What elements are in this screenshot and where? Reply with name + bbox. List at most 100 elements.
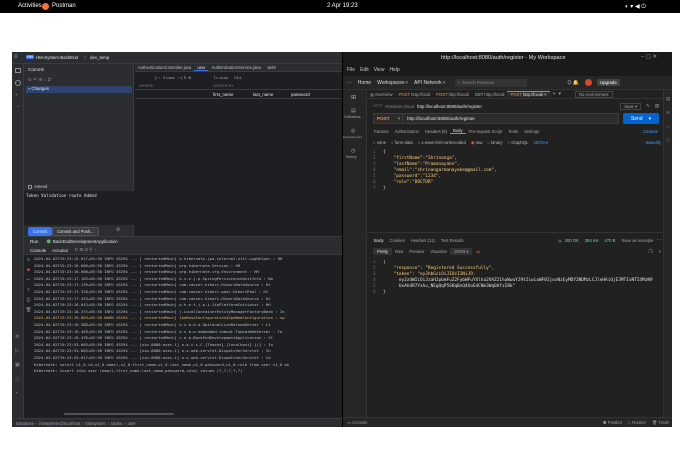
upgrade-button[interactable]: Upgrade bbox=[596, 79, 620, 86]
tx-label[interactable]: Tx: Auto bbox=[213, 75, 228, 80]
view-pretty[interactable]: Pretty bbox=[373, 248, 392, 255]
docs-side-icon[interactable]: ▤ bbox=[666, 96, 670, 102]
window-controls[interactable]: – ▢ ✕ bbox=[641, 54, 657, 60]
request-tab-3[interactable]: GET http://locali bbox=[472, 92, 508, 97]
commit-icon[interactable] bbox=[15, 80, 21, 86]
more-icon[interactable]: ⋯ bbox=[15, 104, 20, 110]
more-icon[interactable]: ⋯ bbox=[657, 237, 661, 243]
nav-home[interactable]: Home bbox=[358, 80, 371, 86]
back-forward-icons[interactable]: ‹ › bbox=[347, 80, 352, 86]
view-preview[interactable]: Preview bbox=[406, 249, 427, 254]
editor-tab-3[interactable]: AuthenticationService.java bbox=[208, 65, 263, 70]
console-link[interactable]: ▭ Console bbox=[347, 420, 368, 425]
request-tab-2[interactable]: POST http://locali bbox=[433, 92, 472, 97]
send-button[interactable]: Send ▾ bbox=[623, 113, 659, 124]
breadcrumb-parent[interactable]: Postman Cloud bbox=[385, 104, 414, 109]
cookies-link[interactable]: Cookies bbox=[640, 129, 661, 134]
terminal-icon[interactable]: ▣ bbox=[15, 362, 20, 368]
clock[interactable]: 2 Apr 19:23 bbox=[327, 3, 358, 9]
save-as-example[interactable]: Save as example bbox=[618, 238, 656, 243]
panel-divider[interactable] bbox=[367, 232, 663, 233]
tab-pre-request[interactable]: Pre-request Script bbox=[466, 129, 506, 134]
radio-graphql[interactable]: ○ GraphQL bbox=[508, 140, 529, 145]
resp-tab-body[interactable]: Body bbox=[371, 238, 387, 243]
new-icon[interactable]: ⊞ bbox=[351, 94, 356, 101]
services-icon[interactable]: ⚙ bbox=[15, 334, 19, 340]
tab-settings[interactable]: Settings bbox=[521, 129, 542, 134]
nav-workspaces[interactable]: Workspaces bbox=[377, 80, 404, 86]
commit-and-push-button[interactable]: Commit and Push... bbox=[52, 227, 99, 236]
ddl-label[interactable]: DDL bbox=[234, 75, 242, 80]
column-last-name[interactable]: last_name bbox=[253, 92, 291, 97]
status-tables[interactable]: tables bbox=[111, 421, 122, 426]
editor-tab-2[interactable]: user bbox=[194, 65, 209, 71]
radio-urlencoded[interactable]: ○ x-www-form-urlencoded bbox=[418, 140, 466, 145]
orderby-label[interactable]: ORDER BY bbox=[213, 83, 234, 88]
collections-icon[interactable]: ▤ bbox=[351, 108, 356, 114]
editor-tab-1[interactable]: AuthenticationController.java bbox=[135, 65, 194, 70]
menu-view[interactable]: View bbox=[374, 67, 385, 73]
status-user[interactable]: user bbox=[128, 421, 136, 426]
menu-edit[interactable]: Edit bbox=[360, 67, 369, 73]
docs-icon[interactable]: ▤ bbox=[655, 103, 659, 109]
edit-icon[interactable]: ✎ bbox=[646, 103, 650, 109]
sidebar-environments[interactable]: Environments bbox=[343, 135, 362, 139]
restore-icon[interactable]: ↩ bbox=[24, 275, 33, 285]
radio-raw[interactable]: ◉ raw bbox=[471, 140, 483, 145]
print-icon[interactable]: ⎙ bbox=[24, 295, 33, 305]
avatar[interactable] bbox=[584, 79, 592, 86]
info-icon[interactable]: ⓘ bbox=[666, 138, 670, 144]
view-raw[interactable]: Raw bbox=[392, 249, 406, 254]
nav-arrows-icon[interactable]: |‹ ‹ bbox=[155, 75, 160, 80]
radio-binary[interactable]: ○ binary bbox=[487, 140, 502, 145]
view-visualize[interactable]: Visualize bbox=[427, 249, 450, 254]
console-tab[interactable]: Console bbox=[30, 248, 46, 253]
search-icon[interactable]: ⌕ bbox=[659, 249, 661, 254]
request-body-editor[interactable]: 1{2 "firstName":"Shrinanga", 3 "lastName"… bbox=[373, 150, 661, 210]
settings-gear-icon[interactable]: ⚙ bbox=[116, 227, 120, 233]
resp-tab-tests[interactable]: Test Results bbox=[438, 238, 467, 243]
tab-body[interactable]: Body bbox=[450, 128, 466, 134]
editor-tab-4[interactable]: JwtS bbox=[264, 65, 279, 70]
resp-tab-headers[interactable]: Headers (11) bbox=[408, 238, 438, 243]
column-first-name[interactable]: first_name bbox=[213, 92, 253, 97]
menu-file[interactable]: File bbox=[347, 67, 355, 73]
nav-api-network[interactable]: API Network bbox=[414, 80, 442, 86]
environment-select[interactable]: No environment bbox=[575, 90, 613, 98]
request-tab-1[interactable]: POST http://local bbox=[396, 92, 434, 97]
environments-icon[interactable]: ◎ bbox=[351, 128, 355, 134]
radio-none[interactable]: ○ none bbox=[373, 140, 386, 145]
h-scrollbar[interactable] bbox=[64, 413, 174, 415]
commit-button[interactable]: Commit bbox=[28, 227, 53, 236]
add-tab-icon[interactable]: + bbox=[553, 91, 556, 97]
git-icon[interactable]: ⑂ bbox=[15, 390, 18, 396]
status-conn[interactable]: himsystem@localhost bbox=[39, 421, 80, 426]
run-config-tab[interactable]: BackEndDevelopmentApplication bbox=[53, 239, 118, 244]
format-select[interactable]: JSON ▾ bbox=[533, 140, 547, 145]
problems-icon[interactable]: ⓘ bbox=[15, 376, 20, 383]
actuator-tab[interactable]: Actuator bbox=[52, 248, 68, 253]
sidebar-collections[interactable]: Collections bbox=[344, 115, 361, 119]
search-input[interactable]: ⌕ Search Postman bbox=[455, 78, 528, 87]
trash-link[interactable]: 🗑 Trash bbox=[652, 420, 669, 426]
tab-tests[interactable]: Tests bbox=[505, 129, 521, 134]
tab-params[interactable]: Params bbox=[371, 129, 391, 134]
tab-overview[interactable]: ▦ Overview bbox=[367, 92, 396, 97]
column-password[interactable]: password bbox=[291, 92, 310, 97]
system-tray-icons[interactable]: ◐ ▾ ◀ ⏻ bbox=[625, 3, 646, 11]
rerun-icon[interactable]: ↻ bbox=[24, 255, 33, 265]
where-label[interactable]: WHERE bbox=[139, 83, 213, 88]
status-schema[interactable]: himsystem bbox=[86, 421, 106, 426]
wrap-icon[interactable]: ⇌ bbox=[476, 249, 480, 255]
stop-icon[interactable]: ■ bbox=[24, 265, 33, 275]
tab-headers[interactable]: Headers (8) bbox=[422, 129, 450, 134]
branch-name[interactable]: dev_temp bbox=[90, 55, 109, 60]
commit-toolbar[interactable]: ↻ ↶ ⊕ ⌂ ⇵ bbox=[28, 77, 51, 83]
url-input[interactable]: http://localhost:8080/auth/register bbox=[403, 113, 619, 124]
nav-next-icon[interactable]: › ›| ↻ ⊕ bbox=[178, 75, 192, 80]
changes-row[interactable]: ▾ Changes bbox=[26, 86, 132, 93]
activities-button[interactable]: Activities bbox=[18, 3, 42, 9]
method-select[interactable]: POST ▾ bbox=[373, 113, 403, 124]
amend-checkbox[interactable]: Amend bbox=[28, 184, 47, 189]
postbot-link[interactable]: ⚉ Postbot bbox=[603, 420, 622, 425]
